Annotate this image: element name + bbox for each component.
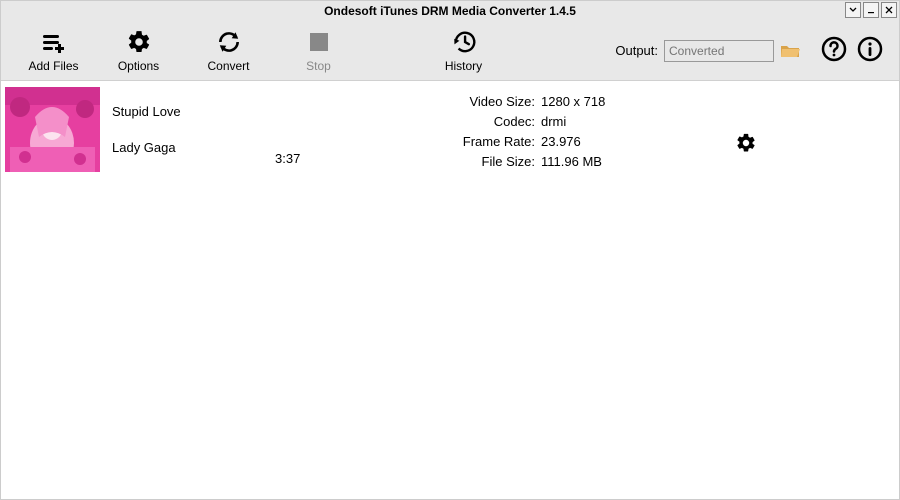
stop-icon bbox=[309, 29, 329, 55]
window-title: Ondesoft iTunes DRM Media Converter 1.4.… bbox=[324, 4, 576, 18]
item-settings-button[interactable] bbox=[735, 87, 757, 172]
codec-value: drmi bbox=[535, 114, 566, 129]
item-artist: Lady Gaga bbox=[112, 140, 275, 155]
close-window-button[interactable] bbox=[881, 2, 897, 18]
minimize-window-button[interactable] bbox=[863, 2, 879, 18]
frame-rate-label: Frame Rate: bbox=[445, 134, 535, 149]
add-files-icon bbox=[41, 29, 67, 55]
title-artist-column: Stupid Love Lady Gaga bbox=[100, 87, 275, 172]
add-files-button[interactable]: Add Files bbox=[11, 21, 96, 81]
convert-button[interactable]: Convert bbox=[181, 21, 276, 81]
history-icon bbox=[451, 29, 477, 55]
info-button[interactable] bbox=[856, 35, 884, 66]
duration-column: 3:37 bbox=[275, 87, 445, 172]
right-icons bbox=[820, 35, 884, 66]
item-duration: 3:37 bbox=[275, 151, 445, 166]
file-size-label: File Size: bbox=[445, 154, 535, 169]
toolbar: Add Files Options Convert Stop bbox=[1, 21, 899, 81]
item-title: Stupid Love bbox=[112, 104, 275, 119]
content-area: Stupid Love Lady Gaga 3:37 Video Size: 1… bbox=[1, 81, 899, 499]
gear-icon bbox=[735, 132, 757, 154]
thumbnail bbox=[5, 87, 100, 172]
browse-folder-button[interactable] bbox=[780, 43, 800, 59]
output-label: Output: bbox=[615, 43, 658, 58]
convert-label: Convert bbox=[207, 59, 249, 73]
history-button[interactable]: History bbox=[421, 21, 506, 81]
stop-button[interactable]: Stop bbox=[276, 21, 361, 81]
metadata-column: Video Size: 1280 x 718 Codec: drmi Frame… bbox=[445, 87, 735, 172]
convert-icon bbox=[216, 29, 242, 55]
video-size-label: Video Size: bbox=[445, 94, 535, 109]
output-area: Output: bbox=[615, 40, 800, 62]
add-files-label: Add Files bbox=[28, 59, 78, 73]
video-size-value: 1280 x 718 bbox=[535, 94, 605, 109]
codec-label: Codec: bbox=[445, 114, 535, 129]
gear-icon bbox=[126, 29, 152, 55]
title-bar: Ondesoft iTunes DRM Media Converter 1.4.… bbox=[1, 1, 899, 21]
options-button[interactable]: Options bbox=[96, 21, 181, 81]
window-controls bbox=[845, 2, 897, 18]
stop-label: Stop bbox=[306, 59, 331, 73]
output-path-input[interactable] bbox=[664, 40, 774, 62]
media-item-row[interactable]: Stupid Love Lady Gaga 3:37 Video Size: 1… bbox=[1, 81, 899, 178]
frame-rate-value: 23.976 bbox=[535, 134, 581, 149]
file-size-value: 111.96 MB bbox=[535, 154, 602, 169]
dropdown-window-button[interactable] bbox=[845, 2, 861, 18]
options-label: Options bbox=[118, 59, 159, 73]
history-label: History bbox=[445, 59, 482, 73]
help-button[interactable] bbox=[820, 35, 848, 66]
